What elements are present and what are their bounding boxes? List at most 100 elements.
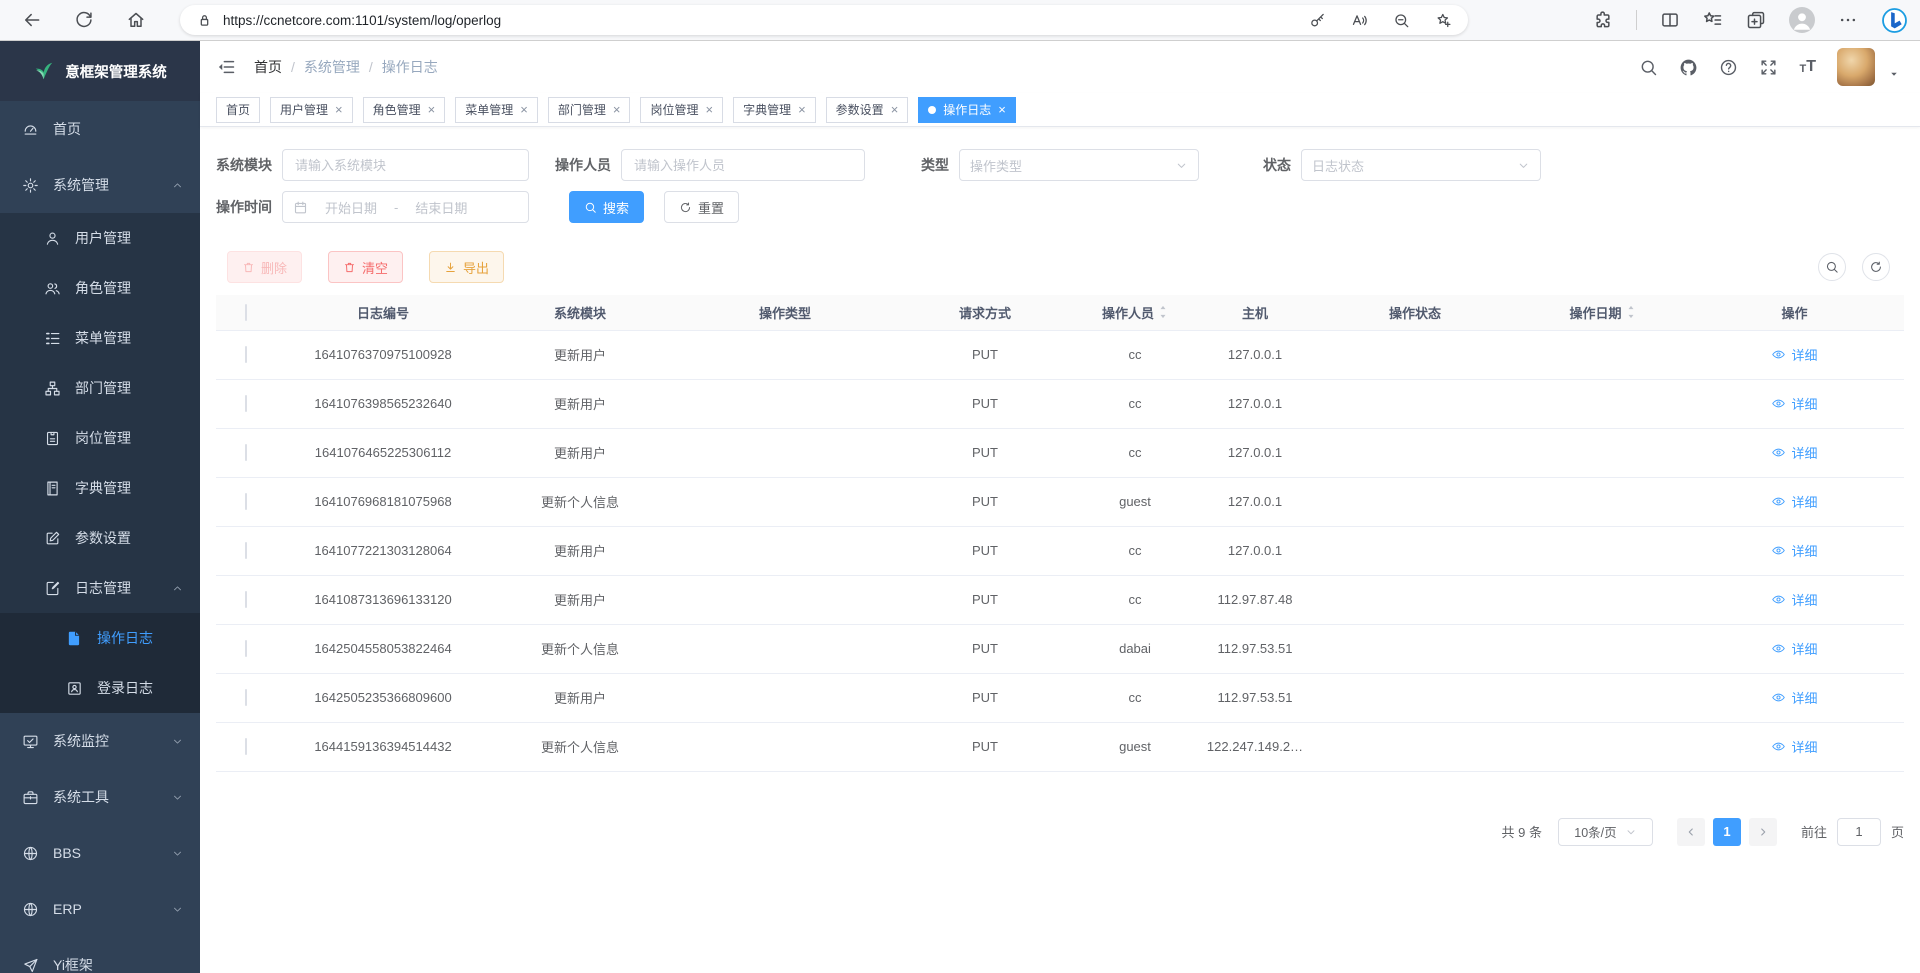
sidebar-item-dict-management[interactable]: 字典管理 <box>0 463 200 513</box>
close-icon[interactable]: × <box>891 103 899 116</box>
type-select[interactable]: 操作类型 <box>959 149 1199 181</box>
close-icon[interactable]: × <box>613 103 621 116</box>
select-all-checkbox[interactable] <box>245 304 247 321</box>
close-icon[interactable]: × <box>428 103 436 116</box>
sidebar-item-erp[interactable]: ERP <box>0 881 200 937</box>
reset-button[interactable]: 重置 <box>664 191 739 223</box>
browser-menu-icon[interactable] <box>1838 10 1858 30</box>
tab-role-management[interactable]: 角色管理× <box>363 97 446 123</box>
tab-dept-management[interactable]: 部门管理× <box>548 97 631 123</box>
sidebar-item-bbs[interactable]: BBS <box>0 825 200 881</box>
detail-link[interactable]: 详细 <box>1771 345 1817 364</box>
search-icon[interactable] <box>1639 58 1658 77</box>
read-aloud-icon[interactable] <box>1351 12 1368 29</box>
row-checkbox[interactable] <box>245 591 247 608</box>
avatar-caret-down-icon[interactable] <box>1888 68 1900 80</box>
tab-operation-log[interactable]: 操作日志× <box>918 97 1016 123</box>
chevron-left-icon <box>1685 826 1697 838</box>
sidebar-item-yi-framework[interactable]: Yi框架 <box>0 937 200 973</box>
sidebar-item-home[interactable]: 首页 <box>0 101 200 157</box>
sidebar-item-param-settings[interactable]: 参数设置 <box>0 513 200 563</box>
browser-profile-avatar[interactable] <box>1789 7 1815 33</box>
help-icon[interactable] <box>1719 58 1738 77</box>
search-button[interactable]: 搜索 <box>569 191 644 223</box>
operator-input[interactable] <box>621 149 865 181</box>
collections-icon[interactable] <box>1746 10 1766 30</box>
extensions-icon[interactable] <box>1593 10 1613 30</box>
browser-back-icon[interactable] <box>22 10 42 30</box>
goto-page-input[interactable] <box>1837 818 1881 846</box>
user-avatar[interactable] <box>1837 48 1875 86</box>
date-range-input[interactable]: 开始日期 - 结束日期 <box>282 191 529 223</box>
sidebar-fold-icon[interactable] <box>216 57 236 77</box>
sidebar-item-system-management[interactable]: 系统管理 <box>0 157 200 213</box>
row-checkbox[interactable] <box>245 493 247 510</box>
password-key-icon[interactable] <box>1309 12 1326 29</box>
page-number[interactable]: 1 <box>1713 818 1741 846</box>
export-button[interactable]: 导出 <box>429 251 504 283</box>
close-icon[interactable]: × <box>705 103 713 116</box>
row-checkbox[interactable] <box>245 542 247 559</box>
close-icon[interactable]: × <box>520 103 528 116</box>
github-icon[interactable] <box>1679 58 1698 77</box>
browser-home-icon[interactable] <box>126 10 146 30</box>
detail-link[interactable]: 详细 <box>1771 443 1817 462</box>
fullscreen-icon[interactable] <box>1759 58 1778 77</box>
favorite-add-icon[interactable] <box>1435 12 1452 29</box>
row-checkbox[interactable] <box>245 640 247 657</box>
tab-user-management[interactable]: 用户管理× <box>270 97 353 123</box>
prev-page-button[interactable] <box>1677 818 1705 846</box>
close-icon[interactable]: × <box>998 103 1006 116</box>
sidebar-item-log-management[interactable]: 日志管理 <box>0 563 200 613</box>
split-screen-icon[interactable] <box>1660 10 1680 30</box>
row-checkbox[interactable] <box>245 689 247 706</box>
sort-icon[interactable] <box>1158 305 1168 319</box>
detail-link[interactable]: 详细 <box>1771 688 1817 707</box>
browser-refresh-icon[interactable] <box>74 10 94 30</box>
tab-post-management[interactable]: 岗位管理× <box>640 97 723 123</box>
sidebar-item-system-monitor[interactable]: 系统监控 <box>0 713 200 769</box>
tab-home[interactable]: 首页 <box>216 97 260 123</box>
page-unit: 页 <box>1891 822 1904 841</box>
module-input[interactable] <box>282 149 529 181</box>
sidebar-item-user-management[interactable]: 用户管理 <box>0 213 200 263</box>
end-date: 结束日期 <box>404 198 478 217</box>
favorites-icon[interactable] <box>1703 10 1723 30</box>
table-search-button[interactable] <box>1818 253 1846 281</box>
sidebar-item-role-management[interactable]: 角色管理 <box>0 263 200 313</box>
bing-chat-icon[interactable] <box>1881 7 1908 34</box>
detail-link[interactable]: 详细 <box>1771 492 1817 511</box>
row-checkbox[interactable] <box>245 346 247 363</box>
detail-link[interactable]: 详细 <box>1771 590 1817 609</box>
sidebar-item-dept-management[interactable]: 部门管理 <box>0 363 200 413</box>
sidebar-item-system-tools[interactable]: 系统工具 <box>0 769 200 825</box>
sort-icon[interactable] <box>1626 305 1636 319</box>
browser-address-bar[interactable]: https://ccnetcore.com:1101/system/log/op… <box>180 5 1468 35</box>
sidebar-item-menu-management[interactable]: 菜单管理 <box>0 313 200 363</box>
status-select[interactable]: 日志状态 <box>1301 149 1541 181</box>
detail-link[interactable]: 详细 <box>1771 394 1817 413</box>
sidebar-item-login-log[interactable]: 登录日志 <box>0 663 200 713</box>
detail-link[interactable]: 详细 <box>1771 737 1817 756</box>
breadcrumb-home[interactable]: 首页 <box>254 57 282 77</box>
close-icon[interactable]: × <box>798 103 806 116</box>
close-icon[interactable]: × <box>335 103 343 116</box>
sidebar-item-operation-log[interactable]: 操作日志 <box>0 613 200 663</box>
row-checkbox[interactable] <box>245 444 247 461</box>
next-page-button[interactable] <box>1749 818 1777 846</box>
tab-param-settings[interactable]: 参数设置× <box>826 97 909 123</box>
page-size-select[interactable]: 10条/页 <box>1558 818 1653 846</box>
font-size-icon[interactable]: TT <box>1799 59 1816 75</box>
sidebar-item-post-management[interactable]: 岗位管理 <box>0 413 200 463</box>
tab-dict-management[interactable]: 字典管理× <box>733 97 816 123</box>
detail-link[interactable]: 详细 <box>1771 639 1817 658</box>
detail-link[interactable]: 详细 <box>1771 541 1817 560</box>
table-refresh-button[interactable] <box>1862 253 1890 281</box>
clear-button[interactable]: 清空 <box>328 251 403 283</box>
tab-menu-management[interactable]: 菜单管理× <box>455 97 538 123</box>
delete-button[interactable]: 删除 <box>227 251 302 283</box>
col-module: 系统模块 <box>554 306 606 321</box>
row-checkbox[interactable] <box>245 738 247 755</box>
row-checkbox[interactable] <box>245 395 247 412</box>
zoom-out-icon[interactable] <box>1393 12 1410 29</box>
